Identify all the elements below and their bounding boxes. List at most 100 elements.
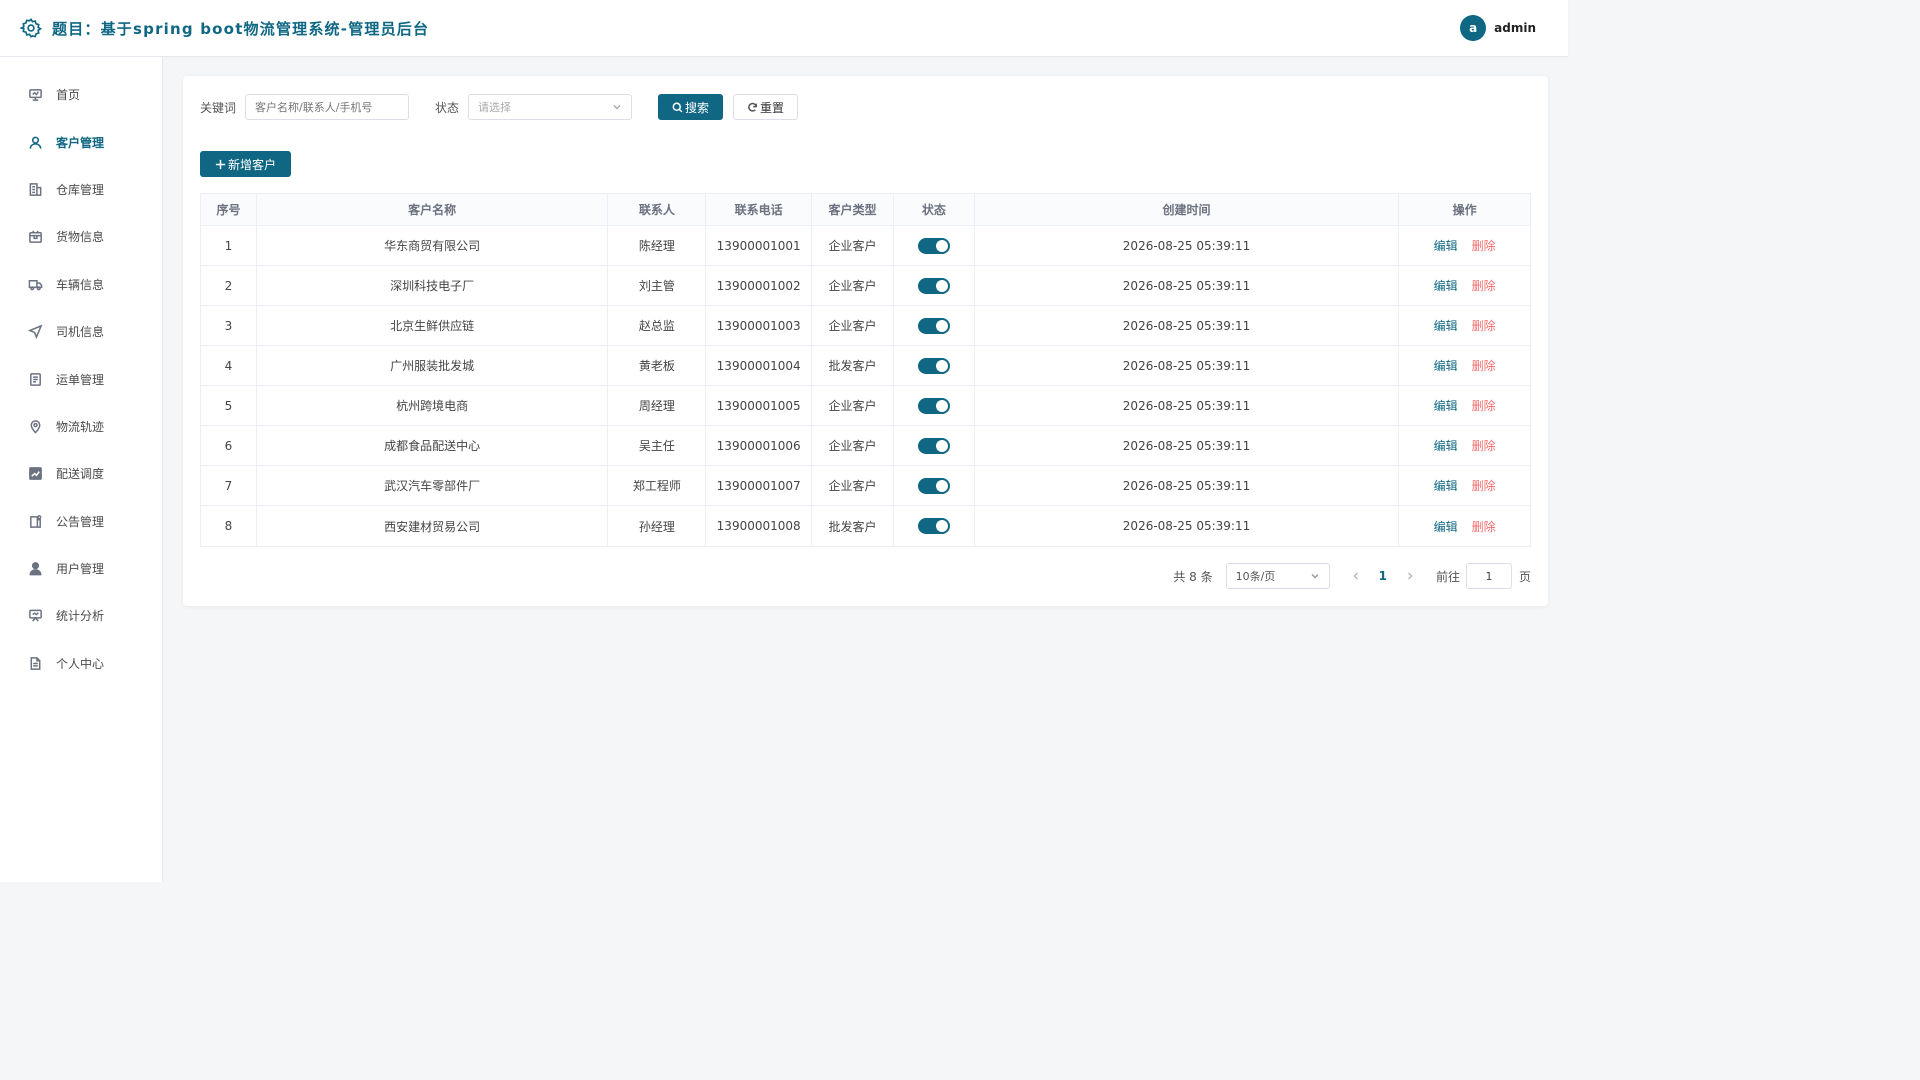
chevron-down-icon bbox=[1311, 574, 1319, 579]
status-toggle[interactable] bbox=[917, 518, 950, 534]
customer-table: 序号 客户名称 联系人 联系电话 客户类型 状态 创建时间 操作 1 华东商贸有限… bbox=[200, 193, 1531, 547]
sidebar-item-7[interactable]: 运单管理 bbox=[0, 355, 162, 402]
chevron-right-icon[interactable] bbox=[1405, 571, 1415, 581]
customer-type: 企业客户 bbox=[812, 386, 894, 425]
sidebar-item-12[interactable]: 统计分析 bbox=[0, 592, 162, 639]
row-index: 4 bbox=[201, 346, 257, 385]
sidebar-item-2[interactable]: 客户管理 bbox=[0, 118, 162, 165]
delete-button[interactable]: 删除 bbox=[1472, 477, 1496, 494]
status-toggle[interactable] bbox=[917, 397, 950, 414]
customer-type: 企业客户 bbox=[812, 266, 894, 305]
header-created: 创建时间 bbox=[975, 194, 1400, 225]
document-icon bbox=[30, 372, 41, 386]
edit-button[interactable]: 编辑 bbox=[1434, 237, 1458, 254]
table-row: 7 武汉汽车零部件厂 郑工程师 13900001007 企业客户 2026-08-25 0… bbox=[201, 466, 1530, 506]
edit-button[interactable]: 编辑 bbox=[1434, 477, 1458, 494]
search-button[interactable]: 搜索 bbox=[658, 94, 724, 120]
status-toggle[interactable] bbox=[917, 477, 950, 494]
table-row: 1 华东商贸有限公司 陈经理 13900001001 企业客户 2026-08-25 05… bbox=[201, 226, 1530, 266]
sidebar-item-10[interactable]: 公告管理 bbox=[0, 498, 162, 545]
delete-button[interactable]: 删除 bbox=[1472, 317, 1496, 334]
status-select[interactable]: 请选择 bbox=[468, 94, 633, 120]
goto-page-input[interactable] bbox=[1465, 563, 1512, 589]
add-customer-button[interactable]: 新增客户 bbox=[200, 151, 292, 177]
table-header-row: 序号 客户名称 联系人 联系电话 客户类型 状态 创建时间 操作 bbox=[201, 194, 1530, 226]
phone-number: 13900001004 bbox=[706, 346, 813, 385]
contact-name: 孙经理 bbox=[608, 506, 707, 546]
created-time: 2026-08-25 05:39:11 bbox=[975, 226, 1400, 265]
phone-number: 13900001005 bbox=[706, 386, 813, 425]
search-button-label: 搜索 bbox=[685, 100, 710, 115]
sidebar-item-11[interactable]: 用户管理 bbox=[0, 545, 162, 592]
delete-button[interactable]: 删除 bbox=[1472, 397, 1496, 414]
reset-button[interactable]: 重置 bbox=[733, 94, 799, 120]
delete-button[interactable]: 删除 bbox=[1472, 518, 1496, 535]
edit-button[interactable]: 编辑 bbox=[1434, 357, 1458, 374]
chevron-left-icon[interactable] bbox=[1351, 571, 1361, 581]
status-select-placeholder: 请选择 bbox=[478, 101, 512, 114]
created-time: 2026-08-25 05:39:11 bbox=[975, 506, 1400, 546]
status-toggle[interactable] bbox=[917, 357, 950, 374]
table-row: 6 成都食品配送中心 吴主任 13900001006 企业客户 2026-08-25 05… bbox=[201, 426, 1530, 466]
sidebar-item-6[interactable]: 司机信息 bbox=[0, 308, 162, 355]
delete-button[interactable]: 删除 bbox=[1472, 357, 1496, 374]
sidebar-item-label: 客户管理 bbox=[56, 135, 105, 150]
actions-cell: 编辑 删除 bbox=[1399, 426, 1530, 465]
sidebar-item-3[interactable]: 仓库管理 bbox=[0, 166, 162, 213]
header-contact: 联系人 bbox=[608, 194, 707, 225]
table-row: 3 北京生鲜供应链 赵总监 13900001003 企业客户 2026-08-25 05:… bbox=[201, 306, 1530, 346]
sidebar-item-1[interactable]: 首页 bbox=[0, 71, 162, 118]
page-title: 题目：基于spring boot物流管理系统-管理员后台 bbox=[52, 19, 430, 38]
contact-name: 吴主任 bbox=[608, 426, 707, 465]
gear-icon bbox=[20, 17, 42, 38]
delete-button[interactable]: 删除 bbox=[1472, 437, 1496, 454]
username-label[interactable]: admin bbox=[1494, 21, 1536, 35]
sidebar-item-label: 配送调度 bbox=[56, 467, 105, 482]
customer-type: 企业客户 bbox=[812, 426, 894, 465]
header-name: 客户名称 bbox=[257, 194, 609, 225]
top-header: 题目：基于spring boot物流管理系统-管理员后台 a admin bbox=[0, 0, 1568, 57]
status-cell bbox=[894, 306, 975, 345]
status-toggle[interactable] bbox=[917, 317, 950, 334]
delete-button[interactable]: 删除 bbox=[1472, 277, 1496, 294]
edit-button[interactable]: 编辑 bbox=[1434, 277, 1458, 294]
presentation-icon bbox=[29, 610, 42, 623]
user-menu[interactable]: a admin bbox=[1460, 15, 1536, 41]
sidebar-item-13[interactable]: 个人中心 bbox=[0, 640, 162, 687]
actions-cell: 编辑 删除 bbox=[1399, 466, 1530, 505]
avatar[interactable]: a bbox=[1460, 15, 1487, 41]
phone-number: 13900001002 bbox=[706, 266, 813, 305]
sidebar-item-8[interactable]: 物流轨迹 bbox=[0, 403, 162, 450]
dashboard-icon bbox=[29, 89, 42, 102]
phone-number: 13900001001 bbox=[706, 226, 813, 265]
page-size-select[interactable]: 10条/页 bbox=[1225, 563, 1330, 589]
sidebar-item-4[interactable]: 货物信息 bbox=[0, 213, 162, 260]
created-time: 2026-08-25 05:39:11 bbox=[975, 266, 1400, 305]
customer-type: 批发客户 bbox=[812, 346, 894, 385]
sidebar-item-5[interactable]: 车辆信息 bbox=[0, 261, 162, 308]
notice-icon bbox=[30, 514, 42, 528]
navigation-icon bbox=[28, 324, 43, 340]
person-icon bbox=[29, 562, 42, 576]
toggle-knob bbox=[935, 520, 948, 532]
status-cell bbox=[894, 466, 975, 505]
sidebar-item-9[interactable]: 配送调度 bbox=[0, 450, 162, 497]
sidebar-item-label: 用户管理 bbox=[56, 562, 105, 577]
created-time: 2026-08-25 05:39:11 bbox=[975, 306, 1400, 345]
toggle-knob bbox=[935, 399, 948, 412]
edit-button[interactable]: 编辑 bbox=[1434, 317, 1458, 334]
edit-button[interactable]: 编辑 bbox=[1434, 397, 1458, 414]
edit-button[interactable]: 编辑 bbox=[1434, 437, 1458, 454]
status-toggle[interactable] bbox=[917, 277, 950, 294]
phone-number: 13900001008 bbox=[706, 506, 813, 546]
total-count: 共 8 条 bbox=[1173, 569, 1213, 584]
status-toggle[interactable] bbox=[917, 437, 950, 454]
status-toggle[interactable] bbox=[917, 237, 950, 254]
current-page[interactable]: 1 bbox=[1379, 569, 1387, 583]
customer-name: 北京生鲜供应链 bbox=[257, 306, 609, 345]
edit-button[interactable]: 编辑 bbox=[1434, 518, 1458, 535]
refresh-icon bbox=[748, 102, 757, 112]
keyword-input[interactable] bbox=[245, 94, 410, 120]
delete-button[interactable]: 删除 bbox=[1472, 237, 1496, 254]
customer-type: 企业客户 bbox=[812, 466, 894, 505]
